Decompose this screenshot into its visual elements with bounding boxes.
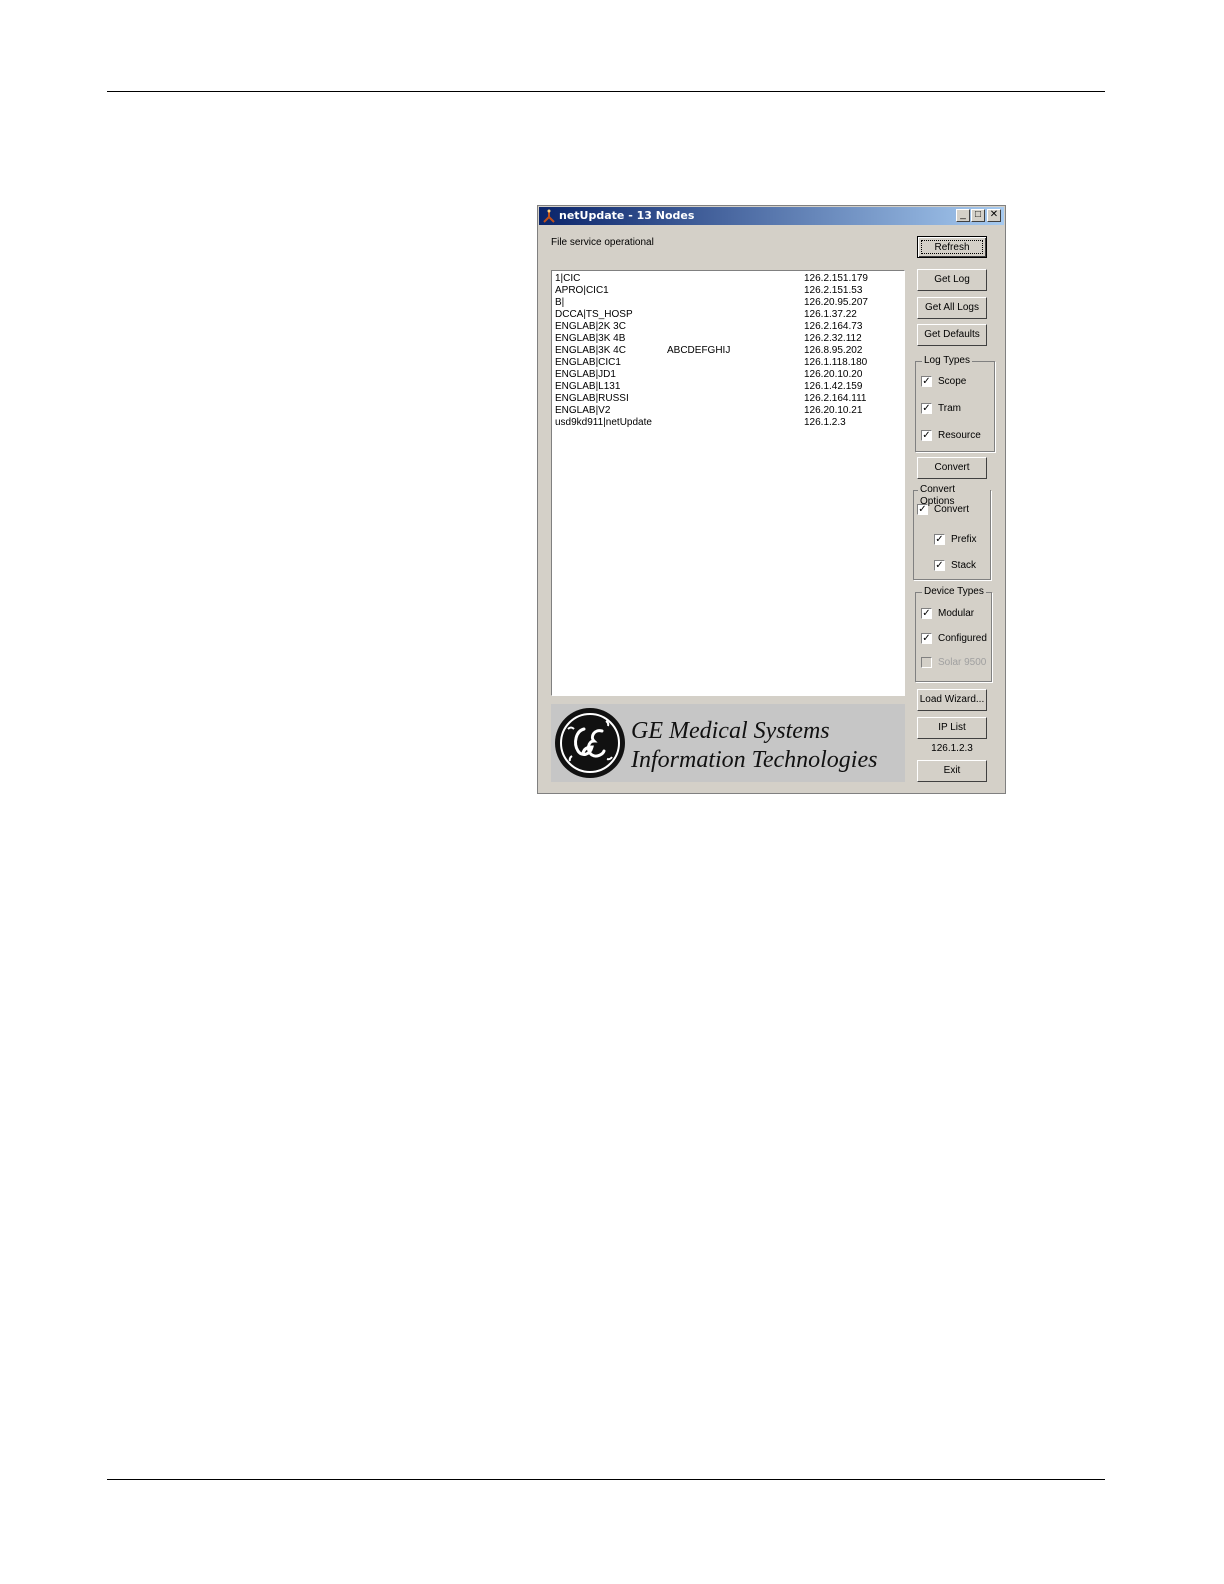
refresh-button[interactable]: Refresh <box>917 236 987 258</box>
get-defaults-button[interactable]: Get Defaults <box>917 324 987 346</box>
node-ip: 126.2.32.112 <box>804 333 862 344</box>
solar-9500-label: Solar 9500 <box>938 657 987 668</box>
check-icon: ✓ <box>934 560 945 571</box>
node-name: ENGLAB|2K 3C <box>555 321 626 332</box>
node-ip: 126.2.164.73 <box>804 321 863 332</box>
list-item[interactable]: ENGLAB|L131 126.1.42.159 <box>555 381 899 393</box>
logo-line-1: GE Medical Systems <box>631 718 830 744</box>
configured-label: Configured <box>938 633 987 644</box>
node-name: 1|CIC <box>555 273 581 284</box>
ip-list-button[interactable]: IP List <box>917 717 987 739</box>
list-item[interactable]: ENGLAB|3K 4B 126.2.32.112 <box>555 333 899 345</box>
node-name: ENGLAB|JD1 <box>555 369 616 380</box>
checkbox-box <box>921 657 932 668</box>
list-item[interactable]: ENGLAB|RUSSI 126.2.164.111 <box>555 393 899 405</box>
header-rule <box>107 91 1105 92</box>
node-ip: 126.20.10.20 <box>804 369 863 380</box>
node-name: usd9kd911|netUpdate <box>555 417 652 428</box>
list-item[interactable]: ENGLAB|JD1 126.20.10.20 <box>555 369 899 381</box>
node-ip: 126.1.2.3 <box>804 417 846 428</box>
node-name: DCCA|TS_HOSP <box>555 309 633 320</box>
logo-line-2: Information Technologies <box>631 747 878 773</box>
node-ip: 126.20.95.207 <box>804 297 868 308</box>
log-types-group: Log Types ✓ Scope ✓ Tram ✓ Resource <box>915 355 995 452</box>
scope-label: Scope <box>938 376 967 387</box>
node-ip: 126.1.37.22 <box>804 309 857 320</box>
app-icon <box>543 209 555 223</box>
check-icon: ✓ <box>921 608 932 619</box>
node-ip: 126.2.151.179 <box>804 273 868 284</box>
check-icon: ✓ <box>917 504 928 515</box>
node-name: ENGLAB|CIC1 <box>555 357 621 368</box>
list-item[interactable]: ENGLAB|2K 3C 126.2.164.73 <box>555 321 899 333</box>
list-item[interactable]: ENGLAB|3K 4C ABCDEFGHIJ 126.8.95.202 <box>555 345 899 357</box>
tram-label: Tram <box>938 403 961 414</box>
list-item[interactable]: usd9kd911|netUpdate 126.1.2.3 <box>555 417 899 429</box>
status-text: File service operational <box>551 237 654 248</box>
node-name: ENGLAB|L131 <box>555 381 621 392</box>
node-ip: 126.2.151.53 <box>804 285 863 296</box>
node-name: ENGLAB|3K 4C <box>555 345 626 356</box>
modular-label: Modular <box>938 608 975 619</box>
refresh-button-label: Refresh <box>921 240 983 254</box>
node-ip: 126.8.95.202 <box>804 345 863 356</box>
title-bar[interactable]: netUpdate - 13 Nodes _ □ ✕ <box>539 207 1004 225</box>
node-ip: 126.2.164.111 <box>804 393 867 404</box>
stack-label: Stack <box>951 560 977 571</box>
device-types-group: Device Types ✓ Modular ✓ Configured Sola… <box>915 586 992 682</box>
node-ip: 126.1.118.180 <box>804 357 868 368</box>
device-types-label: Device Types <box>922 586 986 598</box>
convert-button[interactable]: Convert <box>917 457 987 479</box>
maximize-button[interactable]: □ <box>971 209 985 222</box>
node-name: ENGLAB|RUSSI <box>555 393 629 404</box>
minimize-button[interactable]: _ <box>956 209 970 222</box>
list-item[interactable]: 1|CIC 126.2.151.179 <box>555 273 899 285</box>
list-item[interactable]: ENGLAB|CIC1 126.1.118.180 <box>555 357 899 369</box>
list-item[interactable]: ENGLAB|V2 126.20.10.21 <box>555 405 899 417</box>
node-name: ENGLAB|V2 <box>555 405 611 416</box>
check-icon: ✓ <box>921 430 932 441</box>
convert-label: Convert <box>934 504 970 515</box>
ge-logo-banner: GE Medical Systems Information Technolog… <box>551 704 905 782</box>
prefix-label: Prefix <box>951 534 977 545</box>
node-list[interactable]: 1|CIC 126.2.151.179 APRO|CIC1 126.2.151.… <box>551 270 905 696</box>
close-button[interactable]: ✕ <box>987 209 1001 222</box>
check-icon: ✓ <box>934 534 945 545</box>
load-wizard-button[interactable]: Load Wizard... <box>917 689 987 711</box>
check-icon: ✓ <box>921 403 932 414</box>
node-name: ENGLAB|3K 4B <box>555 333 626 344</box>
list-item[interactable]: B| 126.20.95.207 <box>555 297 899 309</box>
window-title: netUpdate - 13 Nodes <box>559 209 695 222</box>
node-extra: ABCDEFGHIJ <box>667 345 731 356</box>
node-name: APRO|CIC1 <box>555 285 609 296</box>
get-all-logs-button[interactable]: Get All Logs <box>917 297 987 319</box>
list-item[interactable]: APRO|CIC1 126.2.151.53 <box>555 285 899 297</box>
check-icon: ✓ <box>921 376 932 387</box>
ge-monogram-logo <box>555 708 625 778</box>
get-log-button[interactable]: Get Log <box>917 269 987 291</box>
list-item[interactable]: DCCA|TS_HOSP 126.1.37.22 <box>555 309 899 321</box>
local-ip-readout: 126.1.2.3 <box>931 743 973 754</box>
convert-options-group: Convert Options ✓ Convert ✓ Prefix ✓ Sta… <box>913 484 991 580</box>
node-name: B| <box>555 297 565 308</box>
footer-rule <box>107 1479 1105 1480</box>
log-types-label: Log Types <box>922 355 972 367</box>
node-ip: 126.1.42.159 <box>804 381 863 392</box>
node-ip: 126.20.10.21 <box>804 405 863 416</box>
netupdate-window: netUpdate - 13 Nodes _ □ ✕ File service … <box>537 205 1006 794</box>
resource-label: Resource <box>938 430 981 441</box>
check-icon: ✓ <box>921 633 932 644</box>
exit-button[interactable]: Exit <box>917 760 987 782</box>
